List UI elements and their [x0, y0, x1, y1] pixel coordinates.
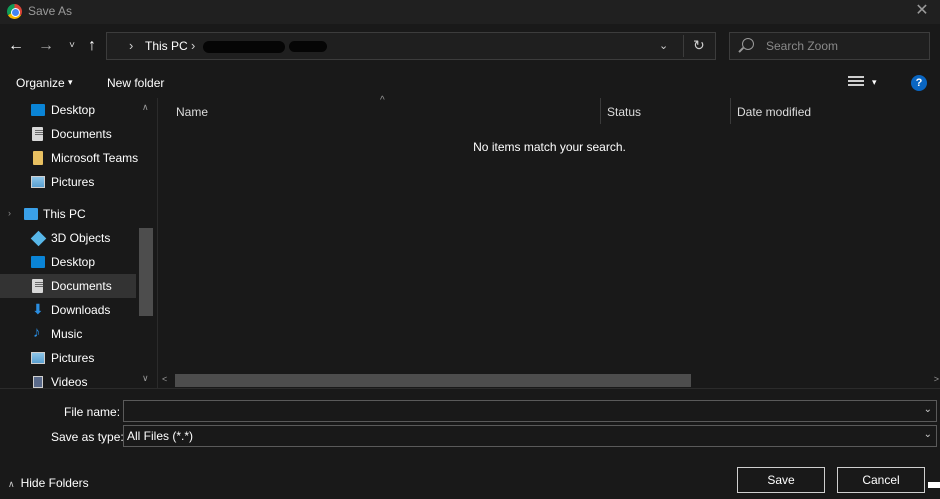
sidebar-item-videos[interactable]: Videos	[0, 370, 136, 388]
sidebar-item-desktop[interactable]: Desktop	[0, 98, 136, 122]
file-name-input[interactable]	[124, 401, 914, 421]
sidebar-item-label: Documents	[51, 127, 112, 141]
navigation-bar: ← → ˅ ↑ › This PC › ⌄ ↻	[0, 24, 940, 68]
column-label: Date modified	[737, 105, 812, 119]
file-list: Name ^ Status Date modified No items mat…	[157, 95, 940, 388]
column-label: Name	[176, 105, 209, 119]
horizontal-scroll-thumb[interactable]	[175, 374, 691, 387]
column-header-status[interactable]: Status	[601, 98, 731, 124]
sidebar-item-3d-objects[interactable]: 3D Objects	[0, 226, 136, 250]
resize-grip[interactable]	[928, 482, 940, 488]
chrome-icon	[7, 4, 22, 19]
pictures-icon	[31, 176, 45, 188]
search-icon	[742, 38, 754, 50]
redacted-path	[203, 41, 285, 53]
file-name-label: File name:	[64, 405, 121, 419]
forward-icon[interactable]: →	[36, 36, 56, 56]
save-as-type-value: All Files (*.*)	[127, 429, 194, 443]
scroll-left-icon[interactable]: <	[162, 374, 167, 384]
address-bar[interactable]: › This PC › ⌄ ↻	[106, 32, 716, 60]
view-options-icon[interactable]	[848, 76, 864, 88]
sidebar-item-label: Pictures	[51, 351, 95, 365]
sidebar-item-label: This PC	[43, 207, 86, 221]
chevron-down-icon[interactable]: ⌄	[924, 429, 932, 440]
this-pc-icon	[24, 208, 38, 220]
hide-folders-label: Hide Folders	[20, 476, 89, 490]
cancel-button[interactable]: Cancel	[837, 467, 925, 493]
scroll-down-icon[interactable]: ∨	[142, 373, 149, 384]
sidebar-item-pictures[interactable]: Pictures	[0, 346, 136, 370]
sidebar-scroll-thumb[interactable]	[139, 228, 153, 316]
window-title: Save As	[28, 4, 73, 18]
command-bar: Organize ▾ New folder ▾ ?	[0, 68, 940, 98]
divider	[683, 35, 684, 57]
sidebar-item-desktop[interactable]: Desktop	[0, 250, 136, 274]
sort-ascending-icon: ^	[380, 95, 385, 106]
caret-down-icon[interactable]: ▾	[872, 77, 877, 88]
recent-locations-icon[interactable]: ˅	[62, 36, 82, 56]
videos-icon	[33, 376, 43, 388]
music-icon: ♪	[33, 324, 41, 341]
pictures-icon	[31, 352, 45, 364]
desktop-icon	[31, 256, 45, 268]
sidebar-item-microsoft-teams[interactable]: Microsoft Teams	[0, 146, 139, 170]
sidebar-item-label: Videos	[51, 375, 88, 388]
new-folder-button[interactable]: New folder	[107, 76, 164, 90]
column-label: Status	[607, 105, 642, 119]
folder-icon	[33, 151, 43, 165]
sidebar-item-this-pc[interactable]: › This PC	[0, 202, 136, 226]
chevron-right-icon[interactable]: ›	[8, 208, 11, 218]
title-bar: Save As ✕	[0, 0, 940, 24]
column-header-date-modified[interactable]: Date modified	[731, 98, 940, 124]
sidebar-item-documents[interactable]: Documents	[0, 122, 136, 146]
downloads-icon: ⬇	[32, 301, 44, 317]
caret-down-icon[interactable]: ▾	[68, 77, 73, 88]
horizontal-scrollbar[interactable]: < >	[158, 372, 940, 388]
save-button[interactable]: Save	[737, 467, 825, 493]
save-form: File name: ⌄ Save as type: All Files (*.…	[0, 388, 940, 499]
file-name-combobox[interactable]: ⌄	[123, 400, 937, 422]
hide-folders-button[interactable]: ∧ Hide Folders	[8, 476, 89, 490]
sidebar-item-pictures[interactable]: Pictures	[0, 170, 136, 194]
3d-objects-icon	[30, 230, 47, 247]
chevron-right-icon[interactable]: ›	[129, 38, 133, 53]
search-input[interactable]	[766, 33, 926, 59]
refresh-icon[interactable]: ↻	[693, 37, 705, 54]
save-as-type-label: Save as type:	[51, 430, 124, 444]
sidebar-item-label: 3D Objects	[51, 231, 111, 245]
back-icon[interactable]: ←	[6, 36, 26, 56]
sidebar-item-label: Music	[51, 327, 83, 341]
redacted-path	[289, 41, 327, 52]
up-icon[interactable]: ↑	[82, 36, 102, 56]
column-header-name[interactable]: Name	[170, 98, 600, 124]
chevron-right-icon[interactable]: ›	[191, 38, 195, 53]
documents-icon	[32, 279, 43, 293]
chevron-down-icon[interactable]: ⌄	[659, 39, 668, 52]
scroll-up-icon[interactable]: ∧	[142, 102, 149, 113]
desktop-icon	[31, 104, 45, 116]
breadcrumb-this-pc[interactable]: This PC	[145, 39, 188, 53]
scroll-right-icon[interactable]: >	[934, 374, 939, 384]
navigation-pane: Desktop Documents Microsoft Teams Pictur…	[0, 98, 156, 388]
help-icon[interactable]: ?	[911, 75, 927, 91]
search-box[interactable]	[729, 32, 930, 60]
sidebar-item-label: Microsoft Teams	[51, 151, 139, 165]
organize-button[interactable]: Organize	[16, 76, 65, 90]
sidebar-item-downloads[interactable]: ⬇ Downloads	[0, 298, 136, 322]
sidebar-item-label: Documents	[51, 279, 112, 293]
sidebar-item-label: Downloads	[51, 303, 111, 317]
chevron-up-icon: ∧	[8, 479, 15, 489]
sidebar-item-label: Desktop	[51, 103, 96, 117]
documents-icon	[32, 127, 43, 141]
save-as-type-select[interactable]: All Files (*.*) ⌄	[123, 425, 937, 447]
sidebar-item-documents[interactable]: Documents	[0, 274, 136, 298]
chevron-down-icon[interactable]: ⌄	[924, 404, 932, 415]
empty-state-message: No items match your search.	[473, 140, 626, 154]
sidebar-item-music[interactable]: ♪ Music	[0, 322, 136, 346]
sidebar-item-label: Pictures	[51, 175, 95, 189]
sidebar-item-label: Desktop	[51, 255, 96, 269]
close-icon[interactable]: ✕	[912, 1, 932, 21]
